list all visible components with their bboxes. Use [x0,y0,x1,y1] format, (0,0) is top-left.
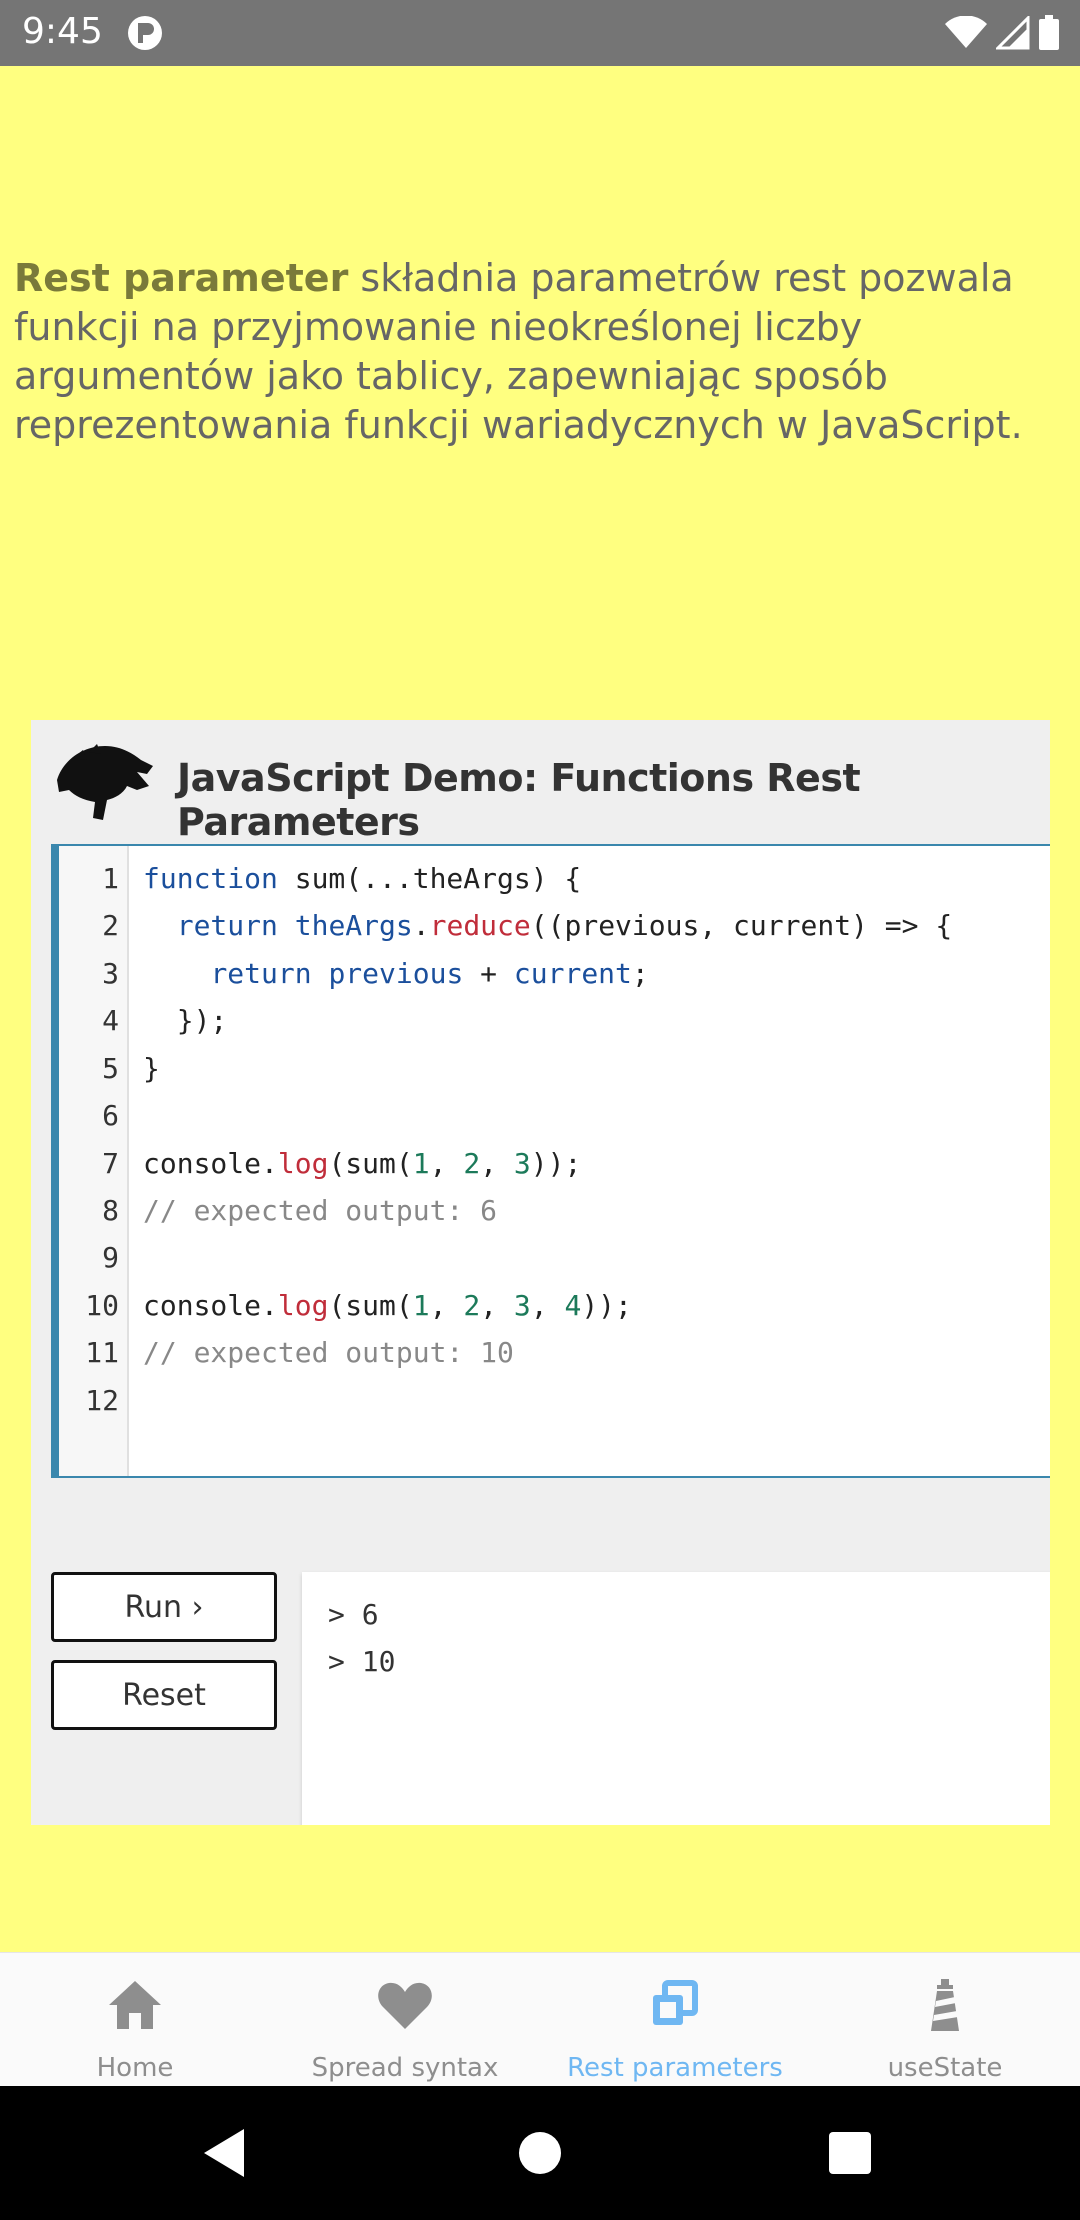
heart-icon [378,1982,432,2029]
line-number: 2 [102,909,119,942]
run-button[interactable]: Run › [51,1572,277,1642]
demo-title: JavaScript Demo: Functions Rest Paramete… [177,756,861,844]
code-line-4: }); [143,1004,228,1037]
recents-icon[interactable] [820,2123,880,2183]
cellular-signal-icon [996,16,1030,50]
code-line-3: return previous + current; [210,957,649,990]
line-number: 4 [102,1004,119,1037]
line-number: 5 [102,1052,119,1085]
status-bar: 9:45 [0,0,1080,66]
javascript-demo-image: JavaScript Demo: Functions Rest Paramete… [31,720,1050,1825]
app-notification-icon [128,16,162,50]
line-number: 3 [102,957,119,990]
line-number: 7 [102,1147,119,1180]
tab-spread-syntax[interactable]: Spread syntax [270,1953,540,2087]
tab-label: useState [887,2053,1003,2083]
status-indicators [944,14,1060,52]
wifi-icon [945,16,987,48]
line-number: 1 [102,862,119,895]
line-number-gutter: 1 2 3 4 5 6 7 8 9 10 11 12 [59,846,129,1476]
stacked-squares-icon [653,1980,698,2025]
home-circle-icon[interactable] [510,2123,570,2183]
home-icon [109,1981,161,2029]
console-output: > 6 > 10 [302,1572,1050,1825]
status-time: 9:45 [22,11,103,52]
dinosaur-logo-icon [57,744,153,820]
description-term: Rest parameter [14,256,349,300]
line-number: 8 [102,1194,119,1227]
code-line-2: return theArgs.reduce((previous, current… [176,909,953,942]
code-line-8: // expected output: 6 [143,1194,498,1227]
line-number: 10 [85,1289,119,1322]
line-number: 12 [85,1384,119,1417]
console-line: > 6 [328,1598,379,1631]
code-line-10: console.log(sum(1, 2, 3, 4)); [143,1289,632,1322]
tab-label: Rest parameters [567,2053,783,2083]
demo-header: JavaScript Demo: Functions Rest Paramete… [31,720,1050,844]
tab-label: Spread syntax [311,2053,499,2083]
reset-button[interactable]: Reset [51,1660,277,1730]
rest-parameter-description: Rest parameter składnia parametrów rest … [14,254,1064,450]
main-content: Rest parameter składnia parametrów rest … [0,66,1080,1952]
tab-label: Home [96,2053,174,2083]
line-number: 6 [102,1099,119,1132]
line-number: 11 [85,1336,119,1369]
tab-usestate[interactable]: useState [810,1953,1080,2087]
bottom-tab-bar: Home Spread syntax Rest parameters useSt… [0,1952,1080,2086]
code-editor[interactable]: 1 2 3 4 5 6 7 8 9 10 11 12 function sum(… [51,844,1050,1478]
battery-icon [1039,15,1059,50]
console-line: > 10 [328,1645,396,1678]
code-line-5: } [143,1052,160,1085]
tab-home[interactable]: Home [0,1953,270,2087]
code-line-7: console.log(sum(1, 2, 3)); [143,1147,582,1180]
line-number: 9 [102,1241,119,1274]
lighthouse-icon [931,1979,959,2031]
system-navigation-bar [0,2086,1080,2220]
code-line-1: function sum(...theArgs) { [143,862,582,895]
code-line-11: // expected output: 10 [143,1336,514,1369]
back-icon[interactable] [196,2123,256,2183]
tab-rest-parameters[interactable]: Rest parameters [540,1953,810,2087]
